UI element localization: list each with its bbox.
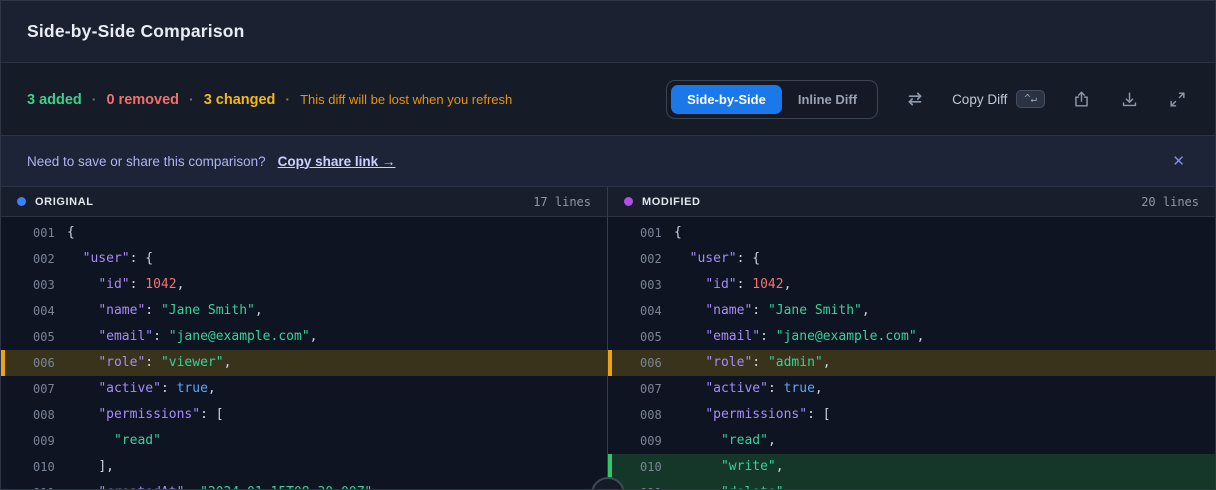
code-line: 006 "role": "admin",: [608, 350, 1215, 376]
code-line: 004 "name": "Jane Smith",: [608, 298, 1215, 324]
swap-panels-button[interactable]: [903, 87, 927, 111]
code-line: 003 "id": 1042,: [608, 272, 1215, 298]
copy-diff-label: Copy Diff: [952, 91, 1008, 107]
diff-volatile-note: This diff will be lost when you refresh: [300, 91, 513, 107]
code-line: 009 "read": [1, 428, 607, 454]
copy-diff-shortcut-badge: ^↵: [1016, 89, 1045, 109]
side-by-side-button[interactable]: Side-by-Side: [671, 84, 782, 114]
copy-diff-button[interactable]: Copy Diff ^↵: [952, 89, 1045, 109]
code-line: 011 "delete": [608, 480, 1215, 489]
code-line: 009 "read",: [608, 428, 1215, 454]
share-button[interactable]: [1070, 88, 1093, 111]
toolbar-controls: Side-by-Side Inline Diff Copy Diff ^↵: [666, 79, 1189, 119]
line-number: 001: [640, 226, 662, 240]
code-line: 005 "email": "jane@example.com",: [608, 324, 1215, 350]
code-line: 001{: [1, 220, 607, 246]
code-line: 005 "email": "jane@example.com",: [1, 324, 607, 350]
panel-lines-count: 17 lines: [533, 194, 591, 209]
close-banner-button[interactable]: ✕: [1168, 150, 1189, 173]
line-number: 009: [33, 434, 55, 448]
line-number: 001: [33, 226, 55, 240]
code-line: 002 "user": {: [1, 246, 607, 272]
line-number: 003: [640, 278, 662, 292]
stat-added: 3 added: [27, 91, 82, 108]
line-number: 002: [640, 252, 662, 266]
app-header: Side-by-Side Comparison: [1, 1, 1215, 63]
line-number: 003: [33, 278, 55, 292]
modified-dot-icon: [624, 197, 633, 206]
panel-lines-count: 20 lines: [1141, 194, 1199, 209]
line-number: 005: [640, 330, 662, 344]
line-number: 010: [33, 460, 55, 474]
line-number: 006: [640, 356, 662, 370]
line-number: 007: [640, 382, 662, 396]
diff-stats: 3 added · 0 removed · 3 changed · This d…: [27, 91, 512, 108]
download-icon: [1120, 90, 1139, 109]
line-number: 010: [640, 460, 662, 474]
line-number: 005: [33, 330, 55, 344]
line-number: 011: [640, 480, 664, 489]
expand-icon: [1168, 90, 1187, 109]
code-line: 001{: [608, 220, 1215, 246]
swap-horizontal-icon: [905, 89, 925, 109]
code-line: 002 "user": {: [608, 246, 1215, 272]
panel-label: MODIFIED: [642, 195, 701, 208]
view-mode-toggle: Side-by-Side Inline Diff: [666, 79, 879, 119]
line-number: 008: [640, 408, 662, 422]
download-button[interactable]: [1118, 88, 1141, 111]
line-number: 002: [33, 252, 55, 266]
stat-changed: 3 changed: [203, 91, 276, 108]
diff-app-window: Side-by-Side Comparison 3 added · 0 remo…: [0, 0, 1216, 490]
code-line: 007 "active": true,: [1, 376, 607, 402]
line-number: 007: [33, 382, 55, 396]
original-dot-icon: [17, 197, 26, 206]
close-icon: ✕: [1172, 152, 1185, 170]
line-number: 004: [640, 304, 662, 318]
code-line: 010 ],: [1, 454, 607, 480]
original-panel-header: ORIGINAL 17 lines: [1, 187, 607, 217]
share-banner-message: Need to save or share this comparison?: [27, 153, 266, 169]
diff-body: ORIGINAL 17 lines 001{002 "user": {003 "…: [1, 187, 1215, 489]
line-number: 009: [640, 434, 662, 448]
code-line: 011 "createdAt": "2024-01-15T08:30:00Z",: [1, 480, 607, 489]
page-title: Side-by-Side Comparison: [27, 21, 245, 41]
stat-removed: 0 removed: [106, 91, 180, 108]
modified-panel: MODIFIED 20 lines 001{002 "user": {003 "…: [608, 187, 1215, 489]
stat-separator: ·: [91, 90, 97, 107]
share-banner: Need to save or share this comparison? C…: [1, 136, 1215, 187]
code-line: 008 "permissions": [: [1, 402, 607, 428]
line-number: 004: [33, 304, 55, 318]
original-panel: ORIGINAL 17 lines 001{002 "user": {003 "…: [1, 187, 608, 489]
share-icon: [1072, 90, 1091, 109]
line-number: 011: [33, 480, 57, 489]
inline-diff-button[interactable]: Inline Diff: [782, 85, 873, 114]
code-line: 004 "name": "Jane Smith",: [1, 298, 607, 324]
copy-share-link[interactable]: Copy share link →: [278, 154, 396, 169]
code-line: 003 "id": 1042,: [1, 272, 607, 298]
code-area[interactable]: 001{002 "user": {003 "id": 1042, 004 "nam…: [1, 217, 607, 489]
code-line: 008 "permissions": [: [608, 402, 1215, 428]
line-number: 008: [33, 408, 55, 422]
fullscreen-button[interactable]: [1166, 88, 1189, 111]
stat-separator: ·: [285, 90, 291, 107]
code-line: 010 "write",: [608, 454, 1215, 480]
modified-panel-header: MODIFIED 20 lines: [608, 187, 1215, 217]
line-number: 006: [33, 356, 55, 370]
panel-label: ORIGINAL: [35, 195, 94, 208]
stat-separator: ·: [189, 90, 194, 107]
code-line: 007 "active": true,: [608, 376, 1215, 402]
toolbar: 3 added · 0 removed · 3 changed · This d…: [1, 63, 1215, 136]
code-line: 006 "role": "viewer",: [1, 350, 607, 376]
code-area[interactable]: 001{002 "user": {003 "id": 1042, 004 "nam…: [608, 217, 1215, 489]
